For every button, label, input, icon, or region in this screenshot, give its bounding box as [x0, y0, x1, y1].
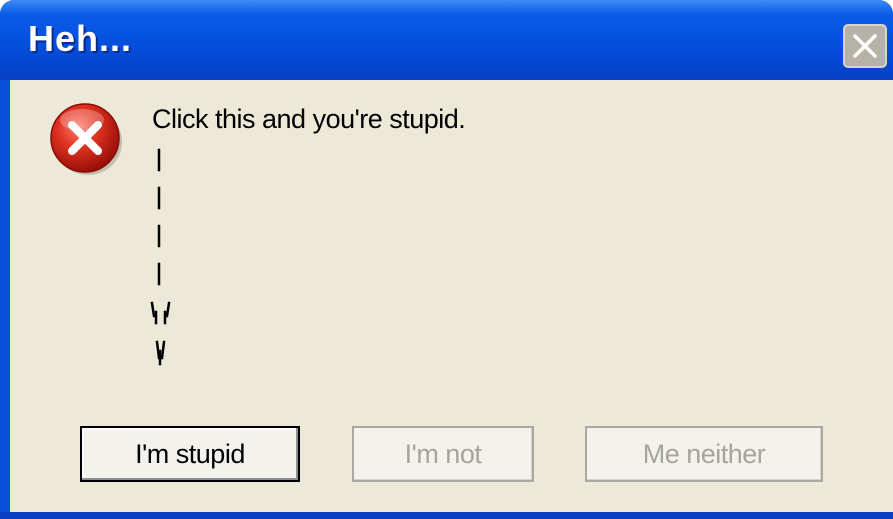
window-frame-bottom	[0, 512, 893, 519]
dialog-body: Click this and you're stupid. I'm stupid…	[10, 80, 893, 512]
message-box-window: Heh... Click this and you're stupid. I'm…	[0, 0, 893, 519]
message-text: Click this and you're stupid.	[152, 104, 466, 134]
down-arrow-icon	[150, 148, 171, 366]
close-button[interactable]	[843, 24, 887, 68]
title-bar[interactable]: Heh...	[0, 0, 893, 80]
close-icon	[853, 34, 877, 58]
window-title: Heh...	[28, 18, 133, 59]
me-neither-button[interactable]: Me neither	[585, 426, 823, 482]
im-not-button[interactable]: I'm not	[352, 426, 534, 482]
im-stupid-button[interactable]: I'm stupid	[80, 426, 300, 482]
error-icon	[50, 103, 122, 175]
